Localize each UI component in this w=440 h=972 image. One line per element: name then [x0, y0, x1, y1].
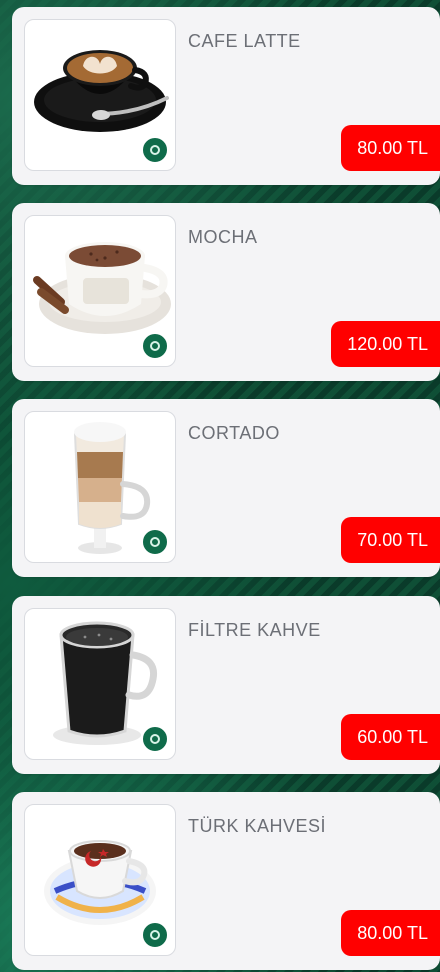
price-tag: 80.00 TL	[341, 125, 440, 171]
product-name: CAFE LATTE	[188, 31, 301, 51]
product-image-cortado[interactable]	[24, 411, 176, 563]
product-card-cortado[interactable]: CORTADO 70.00 TL	[12, 399, 440, 577]
product-card-cafe-latte[interactable]: CAFE LATTE 80.00 TL	[12, 7, 440, 185]
product-image-turk-kahvesi[interactable]	[24, 804, 176, 956]
price-tag: 70.00 TL	[341, 517, 440, 563]
brand-badge-icon	[141, 136, 169, 164]
price-tag: 120.00 TL	[331, 321, 440, 367]
product-image-mocha[interactable]	[24, 215, 176, 367]
product-image-filtre-kahve[interactable]	[24, 608, 176, 760]
menu-list: CAFE LATTE 80.00 TL MOCHA 120.00 TL CORT…	[12, 0, 440, 972]
product-name: FİLTRE KAHVE	[188, 620, 321, 640]
brand-badge-icon	[141, 725, 169, 753]
price-tag: 80.00 TL	[341, 910, 440, 956]
product-card-turk-kahvesi[interactable]: TÜRK KAHVESİ 80.00 TL	[12, 792, 440, 970]
brand-badge-icon	[141, 921, 169, 949]
product-name: CORTADO	[188, 423, 280, 443]
brand-badge-icon	[141, 332, 169, 360]
product-card-filtre-kahve[interactable]: FİLTRE KAHVE 60.00 TL	[12, 596, 440, 774]
price-tag: 60.00 TL	[341, 714, 440, 760]
product-card-mocha[interactable]: MOCHA 120.00 TL	[12, 203, 440, 381]
brand-badge-icon	[141, 528, 169, 556]
product-image-cafe-latte[interactable]	[24, 19, 176, 171]
product-name: TÜRK KAHVESİ	[188, 816, 327, 836]
product-name: MOCHA	[188, 227, 258, 247]
